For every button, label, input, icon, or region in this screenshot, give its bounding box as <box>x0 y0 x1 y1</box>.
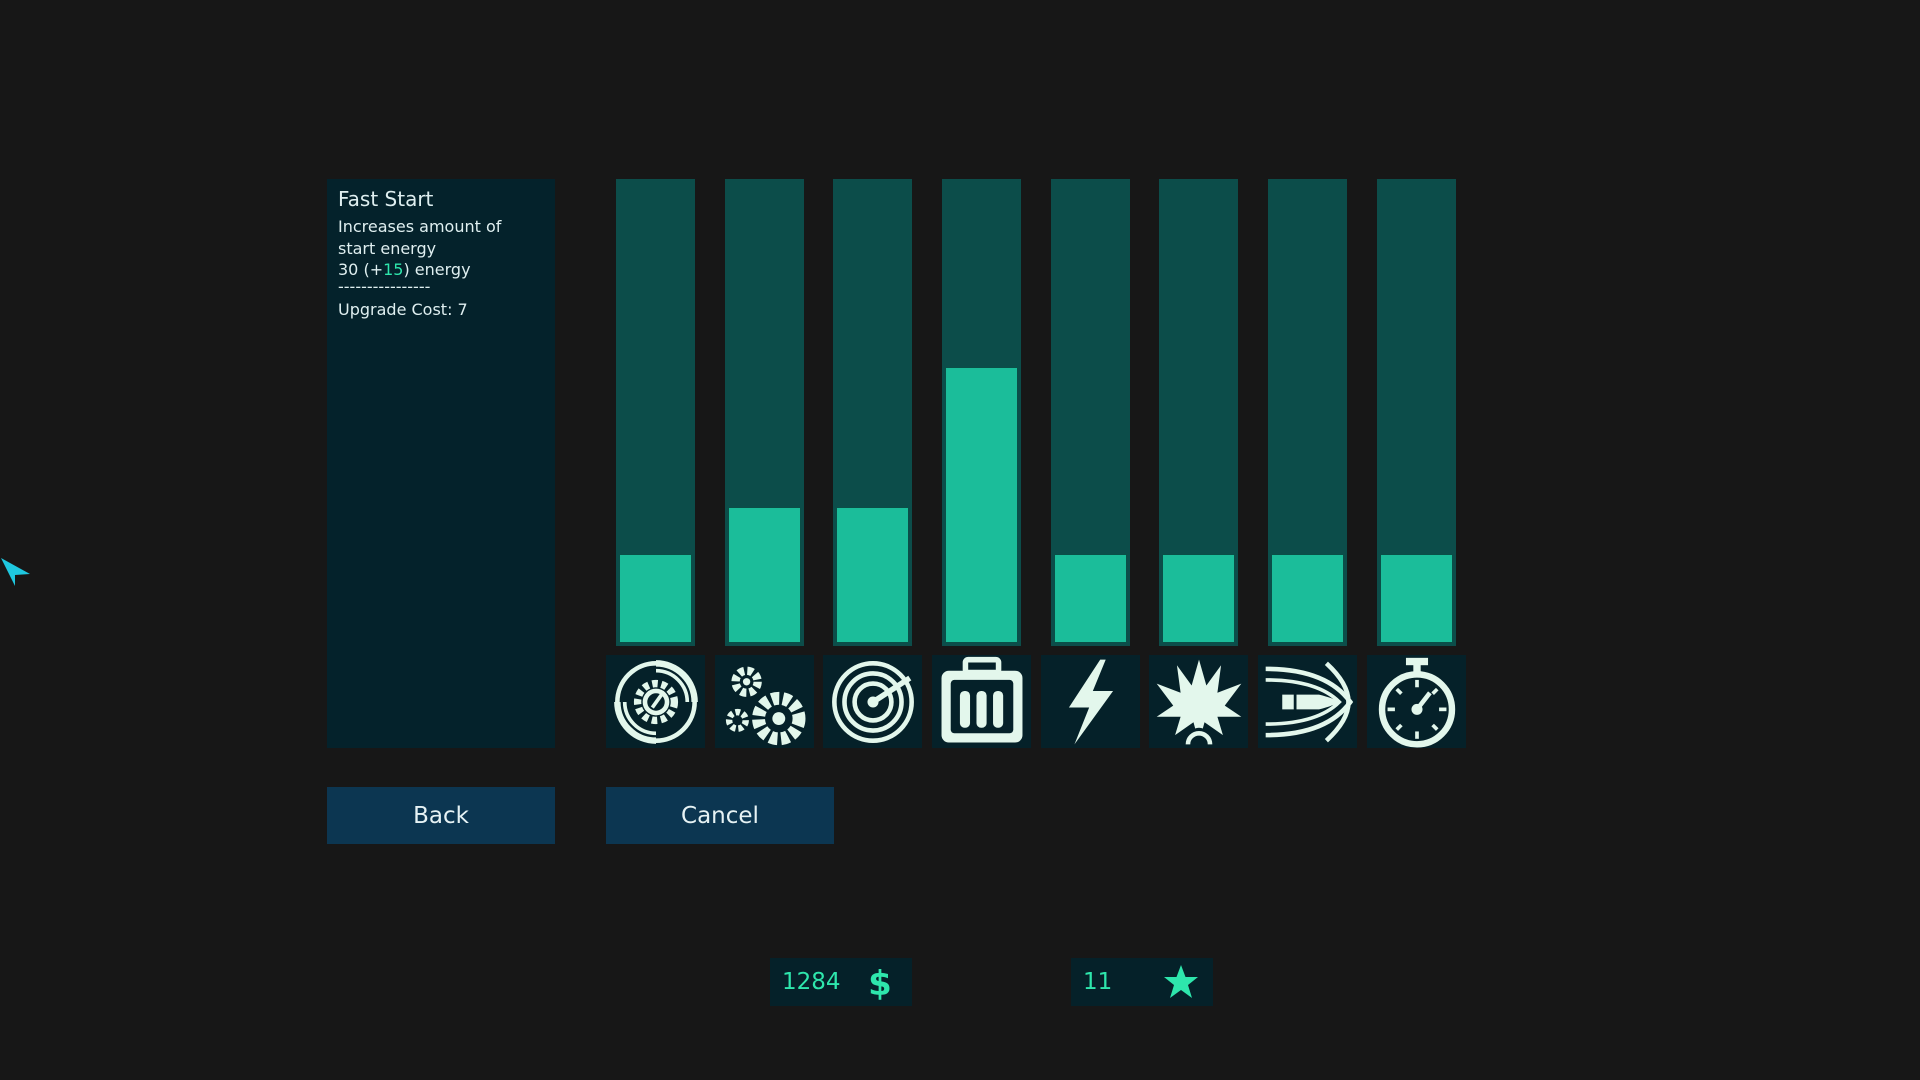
upgrade-bar-fill <box>1162 553 1235 643</box>
dollar-icon: $ <box>868 964 892 1000</box>
upgrade-bar[interactable] <box>833 179 912 646</box>
upgrade-bar[interactable] <box>725 179 804 646</box>
upgrade-title: Fast Start <box>338 187 434 211</box>
upgrade-bar[interactable] <box>1268 179 1347 646</box>
cancel-button[interactable]: Cancel <box>606 787 834 844</box>
stars-counter: 11 <box>1071 958 1213 1006</box>
ammo-crate-icon[interactable] <box>932 655 1031 748</box>
vortex-gear-icon[interactable] <box>606 655 705 748</box>
money-counter: 1284 $ <box>770 958 912 1006</box>
explosion-icon[interactable] <box>1149 655 1248 748</box>
upgrade-bar-fill <box>1054 553 1127 643</box>
stopwatch-icon[interactable] <box>1367 655 1466 748</box>
upgrade-bar-fill <box>836 506 909 643</box>
gears-icon[interactable] <box>715 655 814 748</box>
upgrade-bar-fill <box>945 366 1018 643</box>
upgrade-bar[interactable] <box>616 179 695 646</box>
upgrade-bar[interactable] <box>1159 179 1238 646</box>
separator: ---------------- <box>338 276 431 296</box>
upgrade-bar-fill <box>1271 553 1344 643</box>
stars-value: 11 <box>1083 969 1113 995</box>
upgrade-bar[interactable] <box>1377 179 1456 646</box>
bullet-speed-icon[interactable] <box>1258 655 1357 748</box>
upgrade-info-panel: Fast Start Increases amount of start ene… <box>327 179 555 748</box>
money-value: 1284 <box>782 969 841 995</box>
back-button[interactable]: Back <box>327 787 555 844</box>
upgrade-bar[interactable] <box>942 179 1021 646</box>
star-icon <box>1164 965 1198 998</box>
upgrade-bar-fill <box>728 506 801 643</box>
svg-text:$: $ <box>868 964 892 1000</box>
upgrade-bar[interactable] <box>1051 179 1130 646</box>
mouse-cursor-icon <box>1 558 30 586</box>
upgrade-bar-fill <box>1380 553 1453 643</box>
upgrade-cost: Upgrade Cost: 7 <box>338 299 468 319</box>
upgrade-description: Increases amount of start energy <box>338 217 502 258</box>
lightning-icon[interactable] <box>1041 655 1140 748</box>
radar-icon[interactable] <box>823 655 922 748</box>
upgrade-bar-fill <box>619 553 692 643</box>
